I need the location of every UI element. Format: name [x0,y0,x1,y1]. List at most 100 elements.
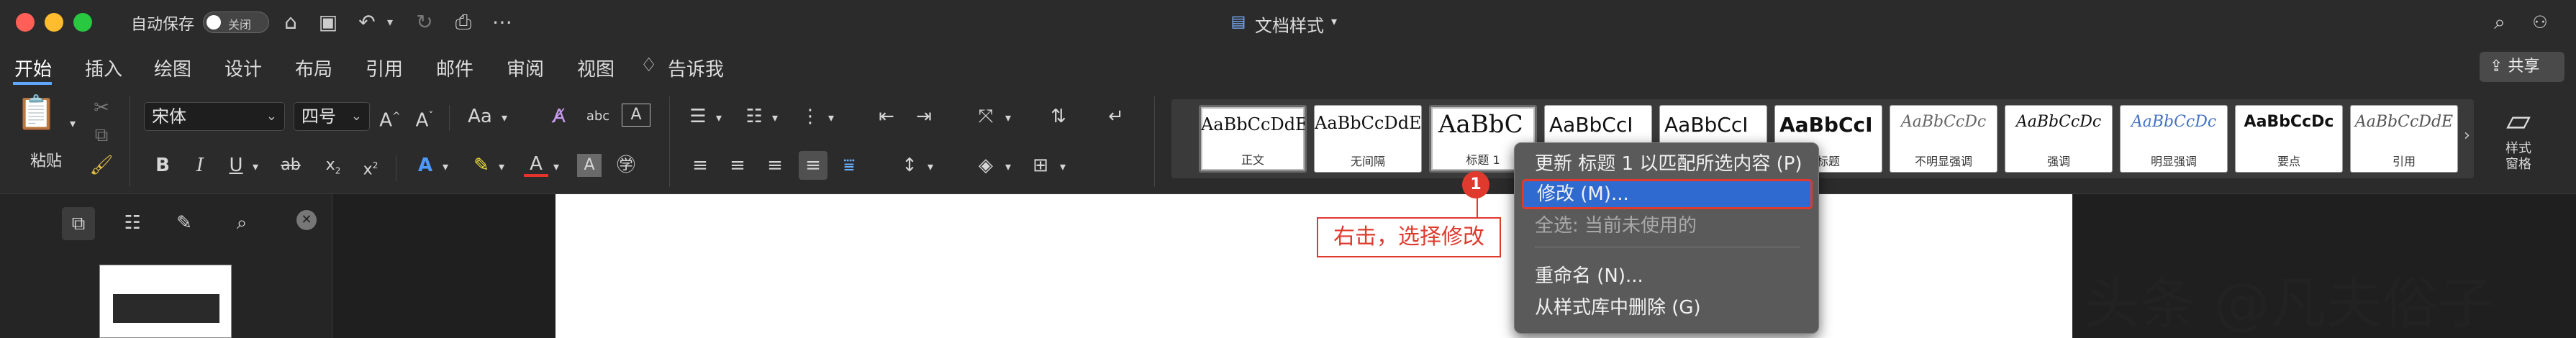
text-effects-icon[interactable]: A [413,152,437,178]
tab-design[interactable]: 设计 [225,55,262,81]
document-page[interactable] [555,194,2072,338]
shading-icon[interactable]: ◈ [973,152,999,178]
paste-label[interactable]: 粘贴 [30,148,62,171]
undo-icon[interactable]: ↶ [353,9,381,36]
font-name-select[interactable]: 宋体 ⌄ [144,102,285,131]
home-icon[interactable]: ⌂ [276,9,305,36]
print-icon[interactable]: ⎙ [448,9,479,36]
title-chevron-icon[interactable]: ▾ [1331,14,1337,28]
format-painter-icon[interactable]: 🖌 [89,152,114,178]
close-pane-icon[interactable]: ✕ [296,210,317,230]
chevron-down-icon[interactable]: ▾ [498,105,511,131]
tab-draw[interactable]: 绘图 [154,55,191,81]
chevron-down-icon[interactable]: ▾ [825,105,838,131]
style-card-intense-emphasis[interactable]: AaBbCcDc 明显强调 [2120,105,2228,173]
chevron-down-icon[interactable]: ▾ [439,154,452,180]
font-color-icon[interactable]: A [524,152,548,177]
style-card-subtle-emphasis[interactable]: AaBbCcDc 不明显强调 [1890,105,1997,173]
align-right-icon[interactable]: ≡ [763,152,787,178]
shrink-font-icon[interactable]: Aˇ [412,104,437,134]
cut-icon[interactable]: ✂ [89,95,114,121]
zoom-window-button[interactable] [73,13,92,32]
chevron-down-icon[interactable]: ▾ [550,154,563,180]
chevron-down-icon[interactable]: ▾ [495,154,508,180]
paste-dropdown-icon[interactable]: ▾ [66,111,79,137]
borders-icon[interactable]: ⊞ [1028,152,1053,178]
tab-layout[interactable]: 布局 [295,55,332,81]
sort-icon[interactable]: ⇅ [1045,104,1072,129]
align-left-icon[interactable]: ≡ [688,152,712,178]
clear-formatting-icon[interactable]: A̸ [545,104,573,129]
chevron-down-icon[interactable]: ▾ [1056,154,1069,180]
bullets-icon[interactable]: ☰ [685,104,711,129]
chevron-down-icon[interactable]: ▾ [1002,154,1015,180]
copy-icon[interactable]: ⧉ [89,122,114,148]
menu-item-remove-from-gallery[interactable]: 从样式库中删除 (G) [1522,293,1813,323]
text-direction-icon[interactable]: ⤧ [971,104,1000,129]
search-icon[interactable]: ⌕ [2485,9,2514,36]
redo-icon[interactable]: ↻ [410,9,439,36]
search-pane-icon[interactable]: ⌕ [227,210,256,236]
headings-icon[interactable]: ☷ [118,210,147,236]
undo-dropdown-icon[interactable]: ▾ [381,9,399,36]
style-card-strong[interactable]: AaBbCcDc 要点 [2235,105,2343,173]
more-icon[interactable]: ⋯ [488,9,517,36]
chevron-down-icon[interactable]: ▾ [768,105,781,131]
decrease-indent-icon[interactable]: ⇤ [874,104,899,129]
tab-insert[interactable]: 插入 [85,55,122,81]
chevron-down-icon[interactable]: ▾ [712,105,725,131]
chevron-down-icon[interactable]: ▾ [1002,105,1015,131]
autosave-toggle[interactable]: 关闭 [203,12,269,33]
paste-icon[interactable]: 📋 [16,96,57,142]
menu-item-update-style[interactable]: 更新 标题 1 以匹配所选内容 (P) [1522,149,1813,179]
underline-icon[interactable]: U [225,152,248,178]
share-button[interactable]: ⇪ 共享 [2480,52,2564,82]
numbering-icon[interactable]: ☷ [741,104,767,129]
tab-review[interactable]: 审阅 [507,55,544,81]
show-formatting-icon[interactable]: ↵ [1102,104,1130,129]
align-center-icon[interactable]: ≡ [725,152,750,178]
line-spacing-icon[interactable]: ↕ [897,152,922,178]
enclose-characters-icon[interactable]: ㊫ [613,152,639,178]
chevron-down-icon[interactable]: ▾ [249,154,262,180]
minimize-window-button[interactable] [45,13,63,32]
character-border-icon[interactable]: A [622,104,650,127]
increase-indent-icon[interactable]: ⇥ [911,104,937,129]
italic-icon[interactable]: I [189,152,212,178]
style-card-no-spacing[interactable]: AaBbCcDdE 无间隔 [1314,105,1422,173]
highlight-icon[interactable]: ✎ [469,152,494,178]
font-size-select[interactable]: 四号 ⌄ [294,102,370,131]
style-card-normal[interactable]: AaBbCcDdE 正文 [1199,105,1307,173]
edit-review-icon[interactable]: ✎ [170,210,199,236]
phonetic-guide-icon[interactable]: abc [583,104,613,129]
justify-icon[interactable]: ≡ [799,151,827,180]
superscript-icon[interactable]: x2 [358,152,383,183]
tab-references[interactable]: 引用 [366,55,403,81]
multilevel-list-icon[interactable]: ⋮ [797,104,823,129]
tab-view[interactable]: 视图 [577,55,614,81]
account-icon[interactable]: ⚇ [2526,9,2554,36]
style-card-quote[interactable]: AaBbCcDdE 引用 [2350,105,2458,173]
tab-mailings[interactable]: 邮件 [436,55,473,81]
chevron-down-icon: ⌄ [266,109,277,124]
gallery-more-icon[interactable]: › [2464,127,2470,145]
save-icon[interactable]: ▣ [314,9,343,36]
strikethrough-icon[interactable]: ab [276,152,305,178]
distributed-icon[interactable]: ⩸ [836,152,862,178]
tab-home[interactable]: 开始 [14,55,52,81]
character-shading-icon[interactable]: A [577,154,602,177]
grow-font-icon[interactable]: A^ [377,104,403,134]
tab-tell-me[interactable]: 告诉我 [668,55,724,81]
bold-icon[interactable]: B [151,152,174,178]
chevron-down-icon[interactable]: ▾ [924,154,937,180]
close-window-button[interactable] [16,13,35,32]
style-pane-button[interactable]: ▱ 样式 窗格 [2490,101,2547,187]
document-title[interactable]: 文档样式 [1255,12,1324,37]
change-case-button[interactable]: Aa [465,104,495,129]
page-thumbnail[interactable] [99,265,232,338]
thumbnails-icon[interactable]: ⧉ [62,207,95,240]
menu-item-modify[interactable]: 修改 (M)... [1522,179,1813,209]
style-card-emphasis[interactable]: AaBbCcDc 强调 [2005,105,2113,173]
subscript-icon[interactable]: x2 [321,152,345,183]
menu-item-rename[interactable]: 重命名 (N)... [1522,261,1813,291]
